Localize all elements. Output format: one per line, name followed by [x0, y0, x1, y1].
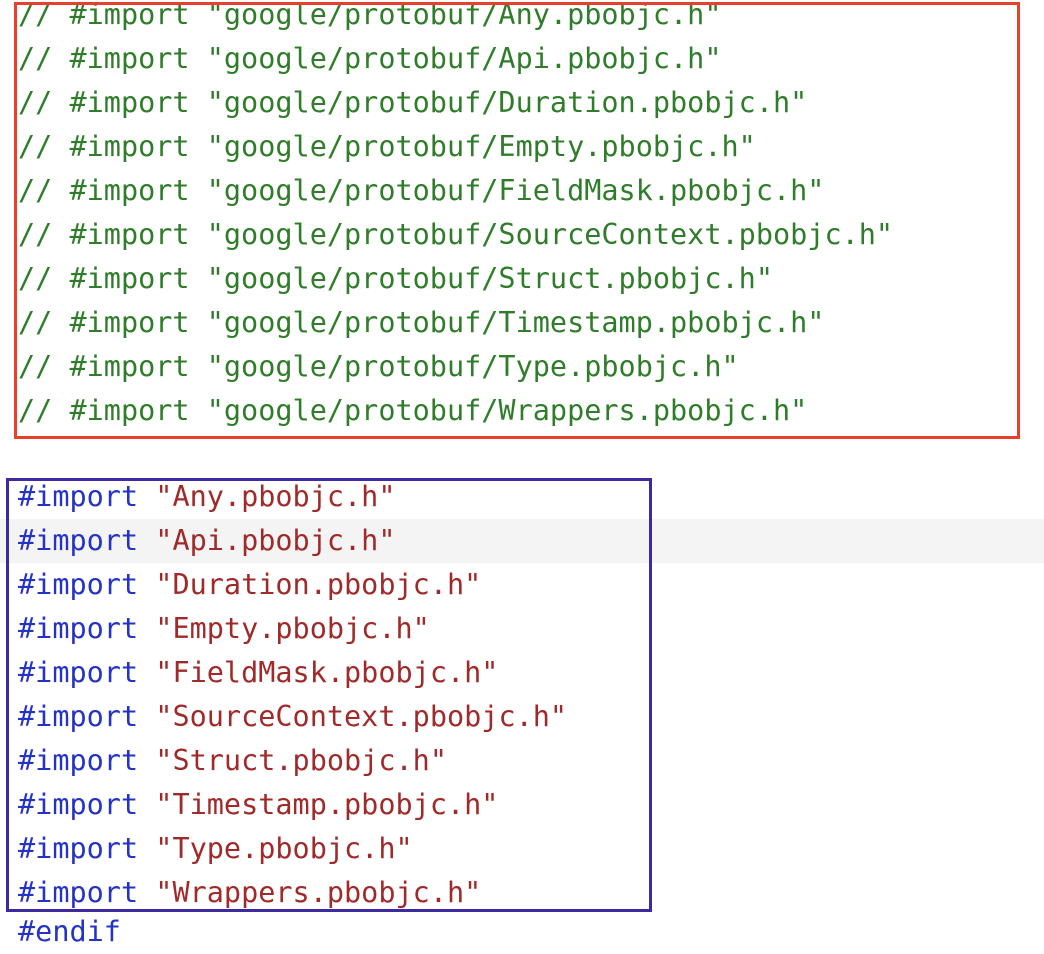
active-imports-highlight-box — [6, 478, 652, 912]
endif-directive: #endif — [18, 915, 121, 948]
code-line-partial[interactable]: #endif — [0, 910, 1044, 954]
commented-imports-highlight-box — [14, 2, 1020, 439]
